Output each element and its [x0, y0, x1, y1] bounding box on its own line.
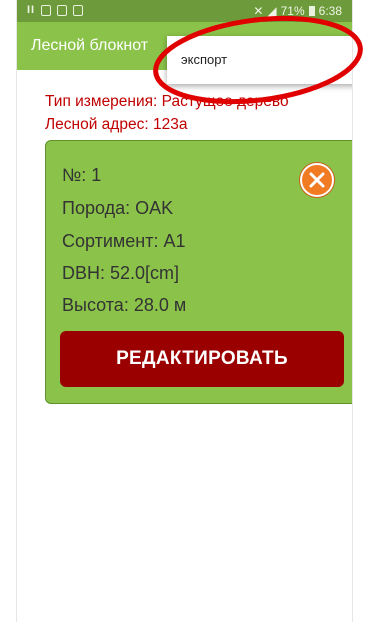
close-icon [309, 172, 325, 188]
tree-card: №: 1 Порода: OAK Сортимент: A1 DBH: 52.0… [45, 140, 352, 404]
status-bar-left: II [27, 4, 84, 16]
pause-icon: II [27, 4, 36, 16]
delete-button[interactable] [300, 163, 334, 197]
tree-height: Высота: 28.0 м [62, 295, 187, 315]
tree-number: №: 1 [62, 165, 102, 185]
app-title: Лесной блокнот [31, 37, 149, 54]
image-icon [57, 4, 68, 16]
highlight-ellipse-annotation [153, 15, 363, 105]
bag-icon [41, 4, 52, 16]
tree-dbh: DBH: 52.0[cm] [62, 263, 180, 283]
edit-button[interactable]: РЕДАКТИРОВАТЬ [60, 331, 344, 387]
tree-assortment: Сортимент: A1 [62, 231, 186, 251]
tree-species: Порода: OAK [62, 198, 174, 218]
file-icon [73, 4, 84, 16]
forest-address: Лесной адрес: 123а [45, 116, 188, 133]
